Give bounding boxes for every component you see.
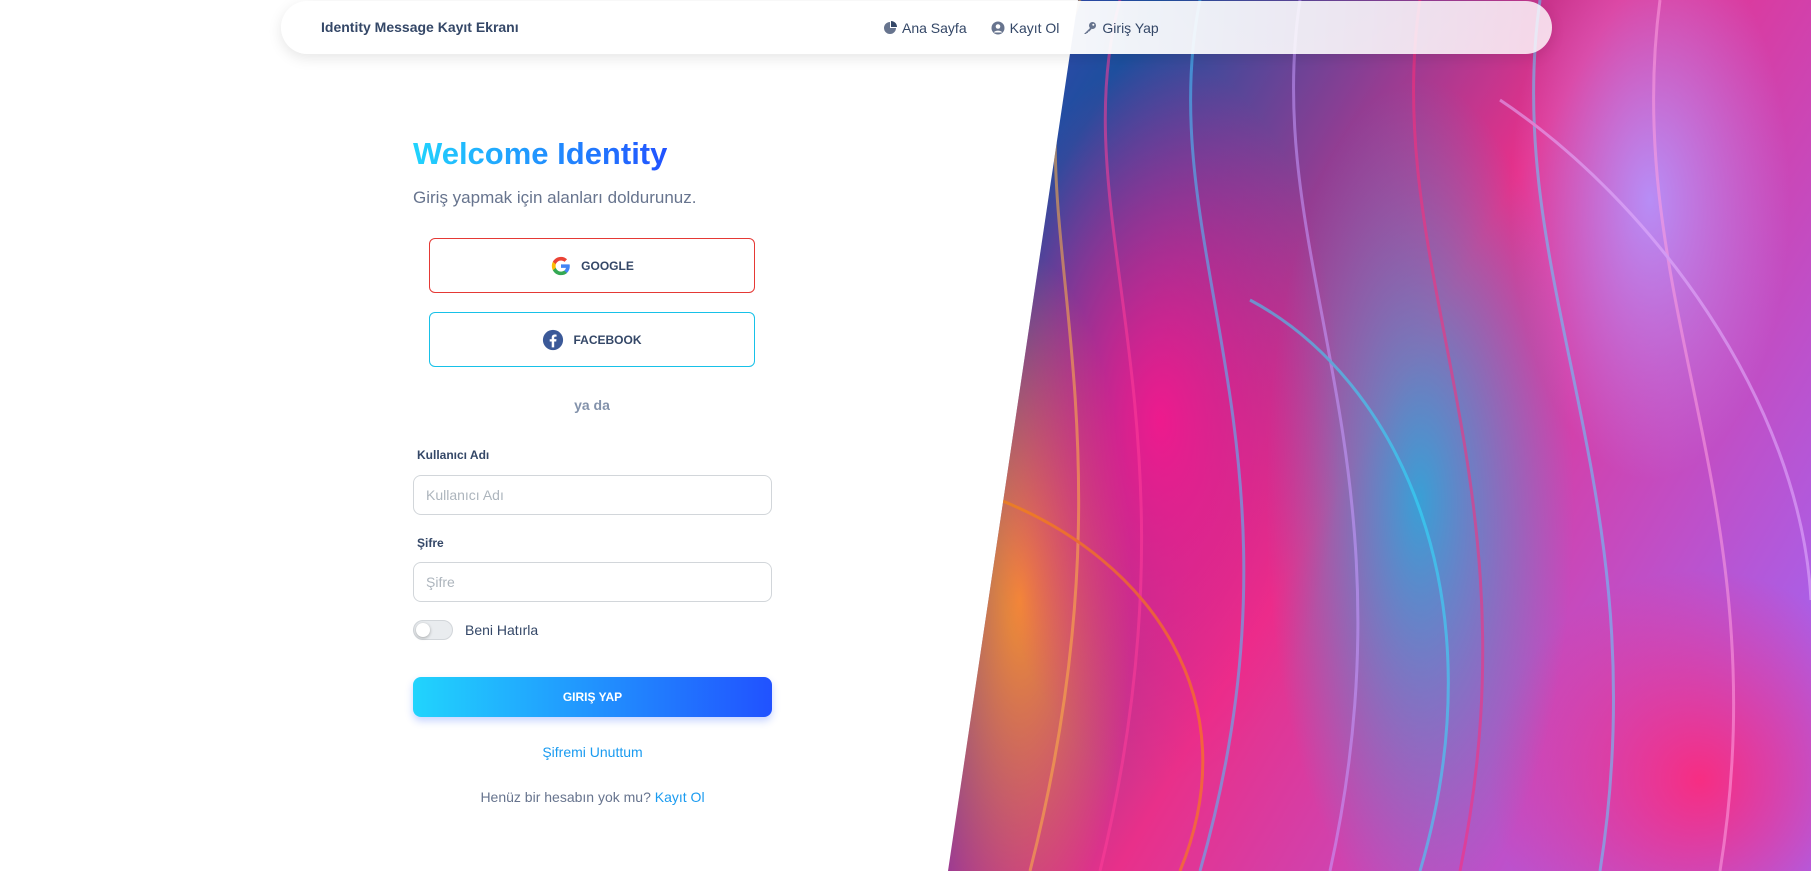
- facebook-button-label: FACEBOOK: [573, 332, 642, 347]
- nav-link-label: Kayıt Ol: [1009, 19, 1060, 36]
- remember-me-label: Beni Hatırla: [465, 622, 539, 638]
- facebook-icon: [543, 329, 564, 350]
- signup-prompt-text: Henüz bir hesabın yok mu?: [480, 789, 651, 805]
- login-submit-button[interactable]: GIRIŞ YAP: [413, 677, 772, 717]
- or-divider-text: ya da: [574, 397, 610, 413]
- signup-link[interactable]: Kayıt Ol: [655, 789, 705, 805]
- nav-link-label: Giriş Yap: [1102, 19, 1159, 36]
- facebook-login-button[interactable]: FACEBOOK: [429, 312, 755, 367]
- google-button-label: GOOGLE: [581, 258, 634, 273]
- nav-link-label: Ana Sayfa: [902, 19, 967, 36]
- password-label: Şifre: [417, 536, 444, 550]
- navbar-brand[interactable]: Identity Message Kayıt Ekranı: [321, 1, 519, 54]
- username-label: Kullanıcı Adı: [417, 448, 490, 462]
- nav-links: Ana Sayfa Kayıt Ol Giriş Yap: [883, 1, 1183, 54]
- google-icon: [551, 256, 570, 275]
- key-icon: [1084, 21, 1097, 34]
- google-login-button[interactable]: GOOGLE: [429, 238, 755, 293]
- nav-link-register[interactable]: Kayıt Ol: [991, 19, 1060, 36]
- pie-chart-icon: [884, 20, 897, 34]
- top-navbar: Identity Message Kayıt Ekranı Ana Sayfa …: [281, 1, 1552, 54]
- user-circle-icon: [991, 21, 1005, 34]
- toggle-knob: [416, 623, 430, 637]
- art-swirl-lines: [999, 0, 1811, 871]
- forgot-password-link[interactable]: Şifremi Unuttum: [413, 744, 772, 760]
- page-title: Welcome Identity: [413, 136, 668, 171]
- remember-me-toggle[interactable]: [413, 620, 453, 640]
- username-input[interactable]: [413, 475, 772, 515]
- nav-link-home[interactable]: Ana Sayfa: [883, 20, 967, 36]
- background-art-image: [948, 0, 1811, 871]
- page-subtitle: Giriş yapmak için alanları doldurunuz.: [413, 188, 697, 207]
- password-input[interactable]: [413, 562, 772, 602]
- signup-prompt-row: Henüz bir hesabın yok mu? Kayıt Ol: [413, 789, 772, 805]
- nav-link-login[interactable]: Giriş Yap: [1083, 19, 1159, 36]
